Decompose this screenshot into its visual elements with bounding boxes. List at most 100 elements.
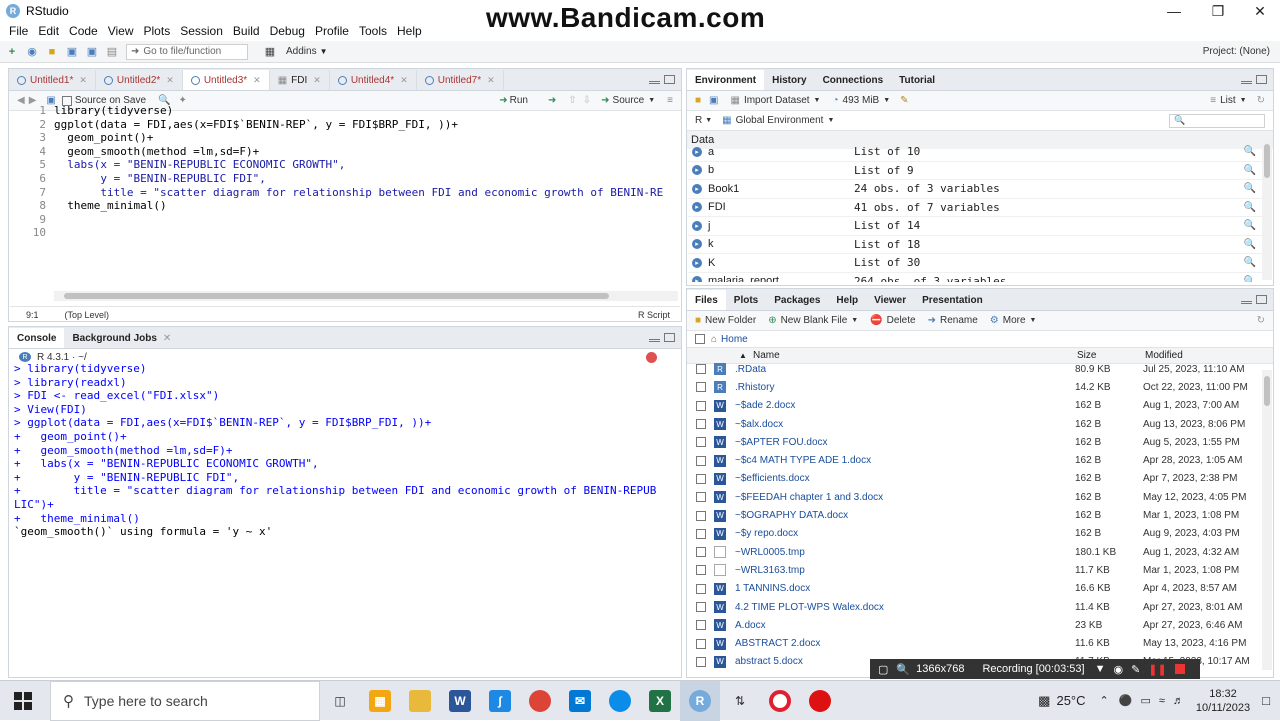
file-row[interactable]: W 4.2 TIME PLOT-WPS Walex.docx 11.4 KB Apr … <box>688 598 1262 616</box>
scrollbar-thumb[interactable] <box>1264 144 1270 178</box>
file-name-link[interactable]: A.docx <box>735 620 766 631</box>
file-name-link[interactable]: ~$y repo.docx <box>735 528 798 539</box>
word-icon: W <box>714 527 726 540</box>
camera-icon[interactable]: ◉ <box>1113 663 1123 676</box>
file-row[interactable]: W 1 TANNINS.docx 16.6 KB Apr 4, 2023, 8:57 … <box>688 580 1262 598</box>
scrollbar-thumb[interactable] <box>1264 376 1270 406</box>
file-row[interactable]: W ~$OGRAPHY DATA.docx 162 B Mar 1, 2023, 1:… <box>688 506 1262 524</box>
network-status-icon[interactable]: ▩ <box>1038 693 1050 709</box>
file-modified: Apr 4, 2023, 8:57 AM <box>1143 583 1237 595</box>
file-row[interactable]: W ~$APTER FOU.docx 162 B Aug 5, 2023, 1:55 … <box>688 433 1262 451</box>
pen-icon[interactable]: ✎ <box>1131 663 1140 676</box>
file-name-link[interactable]: ~WRL3163.tmp <box>735 565 805 576</box>
file-size: 11.6 KB <box>1075 638 1110 650</box>
wifi-icon[interactable]: ≈ <box>1159 695 1165 707</box>
battery-icon[interactable]: ▭ <box>1140 694 1150 707</box>
file-name-link[interactable]: abstract 5.docx <box>735 656 803 667</box>
file-explorer-icon[interactable] <box>400 681 440 721</box>
file-size: 162 B <box>1075 418 1102 430</box>
file-checkbox[interactable] <box>696 583 706 594</box>
file-name-link[interactable]: ~$OGRAPHY DATA.docx <box>735 510 848 521</box>
file-name-link[interactable]: ~WRL0005.tmp <box>735 547 805 558</box>
word-icon: W <box>714 491 726 504</box>
task-view-icon[interactable]: ◫ <box>320 681 360 721</box>
file-name-link[interactable]: ~$APTER FOU.docx <box>735 437 828 448</box>
file-checkbox[interactable] <box>696 473 706 484</box>
windows-taskbar: ⚲ Type here to search ◫ ▦ W ∫ ✉ X R ⇅ ▩ … <box>0 680 1280 721</box>
file-checkbox[interactable] <box>696 400 706 411</box>
file-name-link[interactable]: ~$ade 2.docx <box>735 400 795 411</box>
word-icon: W <box>714 436 726 449</box>
file-name-link[interactable]: 4.2 TIME PLOT-WPS Walex.docx <box>735 602 884 613</box>
file-name-link[interactable]: .RData <box>735 364 766 375</box>
file-checkbox[interactable] <box>696 455 706 466</box>
edge-icon[interactable] <box>600 681 640 721</box>
file-name-link[interactable]: .Rhistory <box>735 382 774 393</box>
file-row[interactable]: W ~$c4 MATH TYPE ADE 1.docx 162 B Apr 28, 2… <box>688 452 1262 470</box>
chevron-up-icon[interactable]: ⌃ <box>1100 694 1109 707</box>
file-row[interactable]: R .Rhistory 14.2 KB Oct 22, 2023, 11:00 PM <box>688 378 1262 396</box>
files-list: R .RData 80.9 KB Jul 25, 2023, 11:10 AM R .Rh… <box>0 0 1280 676</box>
word-app-icon[interactable]: W <box>440 681 480 721</box>
notifications-icon[interactable]: □ <box>1262 693 1270 708</box>
file-checkbox[interactable] <box>696 510 706 521</box>
chrome-icon[interactable] <box>520 681 560 721</box>
pause-icon[interactable]: ❚❚ <box>1148 663 1166 676</box>
file-checkbox[interactable] <box>696 437 706 448</box>
opera-icon[interactable] <box>760 681 800 721</box>
file-row[interactable]: W ABSTRACT 2.docx 11.6 KB May 13, 2023, 4:1… <box>688 635 1262 653</box>
mail-icon[interactable]: ✉ <box>560 681 600 721</box>
store-icon[interactable]: ▦ <box>360 681 400 721</box>
file-checkbox[interactable] <box>696 638 706 649</box>
file-size: 162 B <box>1075 473 1102 485</box>
file-checkbox[interactable] <box>696 620 706 631</box>
file-name-link[interactable]: ~$c4 MATH TYPE ADE 1.docx <box>735 455 871 466</box>
screen-icon[interactable]: ▢ <box>878 663 888 676</box>
weather-temperature[interactable]: 25°C <box>1056 693 1085 708</box>
stop-icon[interactable] <box>1174 664 1185 674</box>
file-row[interactable]: R .RData 80.9 KB Jul 25, 2023, 11:10 AM <box>688 360 1262 378</box>
file-row[interactable]: W ~$ade 2.docx 162 B Aug 1, 2023, 7:00 AM <box>688 397 1262 415</box>
file-name-link[interactable]: ~$alx.docx <box>735 419 783 430</box>
file-checkbox[interactable] <box>696 382 706 393</box>
rstudio-taskbar-icon[interactable]: R <box>680 680 720 721</box>
volume-icon[interactable]: ♬ <box>1173 695 1184 707</box>
taskbar-search-box[interactable]: ⚲ Type here to search <box>50 680 320 721</box>
file-modified: May 12, 2023, 4:05 PM <box>1143 491 1247 503</box>
clock[interactable]: 18:32 10/11/2023 <box>1196 687 1250 715</box>
file-checkbox[interactable] <box>696 419 706 430</box>
file-row[interactable]: W ~$FEEDAH chapter 1 and 3.docx 162 B May 1… <box>688 488 1262 506</box>
recording-bar: ▢ 🔍 1366x768 Recording [00:03:53] ▼ ◉ ✎ … <box>870 659 1200 679</box>
file-checkbox[interactable] <box>696 602 706 613</box>
files-scrollbar[interactable] <box>1262 370 1272 670</box>
file-row[interactable]: W A.docx 23 KB Apr 27, 2023, 6:46 AM <box>688 616 1262 634</box>
file-row[interactable]: ~WRL3163.tmp 11.7 KB Mar 1, 2023, 1:08 PM <box>688 561 1262 579</box>
search-icon[interactable]: 🔍 <box>896 663 910 676</box>
file-checkbox[interactable] <box>696 492 706 503</box>
app-icon[interactable]: ⇅ <box>720 681 760 721</box>
file-name-link[interactable]: ABSTRACT 2.docx <box>735 638 820 649</box>
bandicam-icon[interactable] <box>800 681 840 721</box>
environment-scrollbar[interactable] <box>1262 140 1272 280</box>
file-checkbox[interactable] <box>696 528 706 539</box>
file-size: 162 B <box>1075 455 1102 467</box>
word-icon: W <box>714 582 726 595</box>
app-icon[interactable]: ∫ <box>480 681 520 721</box>
recording-status: Recording [00:03:53] <box>982 663 1085 675</box>
file-checkbox[interactable] <box>696 565 706 576</box>
file-checkbox[interactable] <box>696 364 706 375</box>
file-name-link[interactable]: ~$efficients.docx <box>735 473 810 484</box>
r-history-icon: R <box>714 381 726 394</box>
file-row[interactable]: W ~$efficients.docx 162 B Apr 7, 2023, 2:38… <box>688 470 1262 488</box>
microphone-icon[interactable]: ⚫ <box>1119 694 1133 707</box>
chevron-down-icon[interactable]: ▼ <box>1095 663 1106 675</box>
file-name-link[interactable]: ~$FEEDAH chapter 1 and 3.docx <box>735 492 883 503</box>
file-name-link[interactable]: 1 TANNINS.docx <box>735 583 810 594</box>
file-checkbox[interactable] <box>696 547 706 558</box>
file-row[interactable]: W ~$y repo.docx 162 B Aug 9, 2023, 4:03 PM <box>688 525 1262 543</box>
excel-icon[interactable]: X <box>640 681 680 721</box>
file-row[interactable]: ~WRL0005.tmp 180.1 KB Aug 1, 2023, 4:32 AM <box>688 543 1262 561</box>
start-button[interactable] <box>0 681 46 721</box>
file-checkbox[interactable] <box>696 656 706 667</box>
file-row[interactable]: W ~$alx.docx 162 B Aug 13, 2023, 8:06 PM <box>688 415 1262 433</box>
